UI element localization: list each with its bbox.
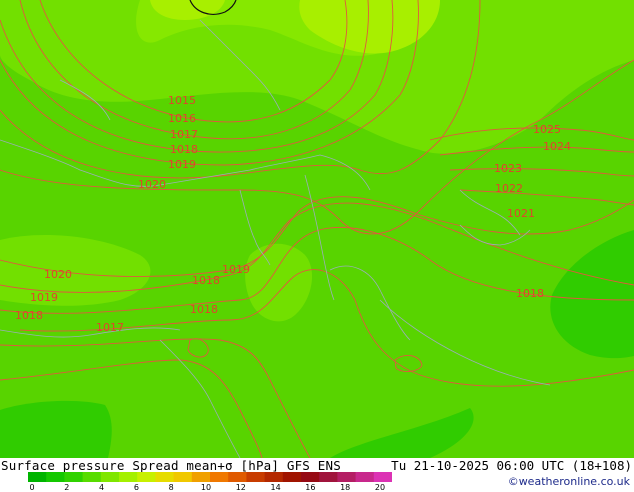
colorbar-tick-label: 12 bbox=[235, 483, 246, 492]
credit-link[interactable]: ©weatheronline.co.uk bbox=[508, 475, 630, 488]
colorbar-swatch bbox=[82, 472, 102, 482]
isobar-label: 1019 bbox=[30, 291, 58, 304]
weather-map: 1015 1016 1017 1018 1019 1020 1025 1024 … bbox=[0, 0, 634, 458]
colorbar-swatch bbox=[119, 472, 138, 482]
isobar-label: 1021 bbox=[507, 207, 535, 220]
spread-area-southwest bbox=[0, 400, 112, 458]
footer: Surface pressure Spread mean+σ [hPa] GFS… bbox=[0, 458, 634, 492]
colorbar-swatch bbox=[100, 472, 120, 482]
colorbar-swatch bbox=[337, 472, 357, 482]
colorbar-swatch bbox=[355, 472, 375, 482]
colorbar-swatch bbox=[301, 472, 320, 482]
isobar-label: 1018 bbox=[190, 303, 218, 316]
map-title: Surface pressure Spread mean+σ [hPa] GFS… bbox=[1, 458, 341, 473]
isobar-label: 1019 bbox=[168, 158, 196, 171]
isobar-label: 1018 bbox=[192, 274, 220, 287]
colorbar-swatch bbox=[155, 472, 175, 482]
colorbar-swatch bbox=[191, 472, 211, 482]
colorbar-tick-label: 20 bbox=[374, 483, 386, 492]
colorbar-swatch bbox=[46, 472, 65, 482]
isobar-label: 1018 bbox=[15, 309, 43, 322]
isobar-label: 1019 bbox=[222, 263, 250, 276]
colorbar-tick-label: 14 bbox=[270, 483, 281, 492]
colorbar-tick-label: 6 bbox=[133, 483, 139, 492]
colorbar-swatch bbox=[228, 472, 247, 482]
colorbar-swatch bbox=[282, 472, 302, 482]
isobar-label: 1017 bbox=[170, 128, 198, 141]
colorbar-tick-label: 2 bbox=[64, 483, 70, 492]
colorbar-tick-label: 4 bbox=[99, 483, 105, 492]
isobar-label: 1016 bbox=[168, 112, 196, 125]
colorbar-tick-label: 0 bbox=[29, 483, 35, 492]
isobar-label: 1025 bbox=[533, 123, 561, 136]
isobar-label: 1020 bbox=[44, 268, 72, 281]
colorbar-swatch bbox=[28, 472, 47, 482]
colorbar-swatch bbox=[373, 472, 392, 482]
colorbar bbox=[28, 472, 392, 482]
valid-time: Tu 21-10-2025 06:00 UTC (18+108) bbox=[391, 458, 632, 473]
isobar-label: 1022 bbox=[495, 182, 523, 195]
isobar-label: 1020 bbox=[138, 178, 166, 191]
isobar-label: 1023 bbox=[494, 162, 522, 175]
isobar-label: 1024 bbox=[543, 140, 571, 153]
colorbar-swatch bbox=[246, 472, 266, 482]
colorbar-swatch bbox=[137, 472, 156, 482]
colorbar-swatch bbox=[210, 472, 229, 482]
colorbar-tick-label: 16 bbox=[305, 483, 316, 492]
isobar-label: 1018 bbox=[170, 143, 198, 156]
isobar-label: 1017 bbox=[96, 321, 124, 334]
colorbar-swatch bbox=[264, 472, 284, 482]
colorbar-tick-label: 18 bbox=[340, 483, 351, 492]
colorbar-swatch bbox=[64, 472, 84, 482]
colorbar-tick-label: 8 bbox=[168, 483, 174, 492]
colorbar-swatch bbox=[173, 472, 193, 482]
colorbar-tick-label: 10 bbox=[200, 483, 212, 492]
isobar-label: 1015 bbox=[168, 94, 196, 107]
isobar-label: 1018 bbox=[516, 287, 544, 300]
colorbar-swatch bbox=[319, 472, 338, 482]
